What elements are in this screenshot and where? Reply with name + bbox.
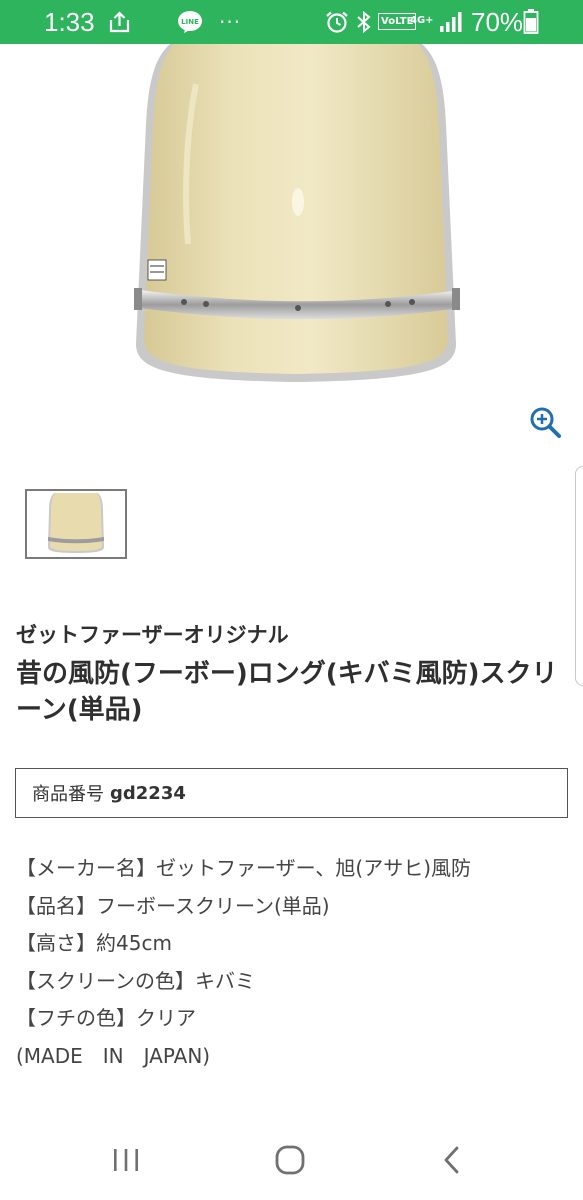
description-line: (MADE IN JAPAN) [16, 1043, 211, 1068]
description-line: 【品名】フーボースクリーン(単品) [16, 893, 330, 918]
product-title: 昔の風防(フーボー)ロング(キバミ風防)スクリーン(単品) [16, 659, 558, 725]
status-time: 1:33 [44, 7, 95, 37]
battery-percent: 70% [471, 7, 524, 37]
back-button[interactable] [428, 1140, 476, 1180]
description-line: 【スクリーンの色】キバミ [16, 968, 255, 993]
product-thumbnail[interactable] [25, 489, 127, 559]
recent-apps-icon [114, 1149, 138, 1171]
bluetooth-icon [354, 8, 374, 36]
description-line: 【高さ】約45cm [16, 931, 172, 955]
edge-panel-handle[interactable] [575, 466, 583, 686]
home-icon [275, 1145, 305, 1175]
upload-icon [108, 8, 134, 36]
product-number-label: 商品番号 [32, 784, 104, 805]
product-number-value: gd2234 [110, 782, 186, 804]
description-line: 【フチの色】クリア [16, 1006, 196, 1030]
status-bar: 1:33 LINE ··· VoLTE 4G+ 70% [0, 0, 583, 44]
svg-text:LINE: LINE [181, 18, 199, 26]
recent-apps-button[interactable] [102, 1140, 150, 1180]
network-type-icon: 4G+ [410, 7, 434, 35]
description-line: 【メーカー名】ゼットファーザー、旭(アサヒ)風防 [16, 856, 472, 880]
product-number-box: 商品番号 gd2234 [15, 768, 568, 818]
back-icon [444, 1146, 459, 1174]
home-button[interactable] [266, 1140, 314, 1180]
navigation-bar [0, 1118, 583, 1200]
signal-icon [438, 8, 464, 36]
more-notifications-icon: ··· [219, 10, 242, 34]
line-app-icon: LINE [177, 8, 203, 36]
zoom-in-icon [530, 407, 561, 438]
zoom-in-button[interactable] [528, 405, 562, 439]
product-image[interactable] [126, 44, 466, 386]
product-description: 【メーカー名】ゼットファーザー、旭(アサヒ)風防 【品名】フーボースクリーン(単… [16, 850, 576, 1075]
brand-name: ゼットファーザーオリジナル [16, 623, 289, 647]
network-type-label: 4G+ [410, 15, 434, 26]
alarm-icon [324, 8, 350, 36]
battery-icon [523, 8, 539, 36]
